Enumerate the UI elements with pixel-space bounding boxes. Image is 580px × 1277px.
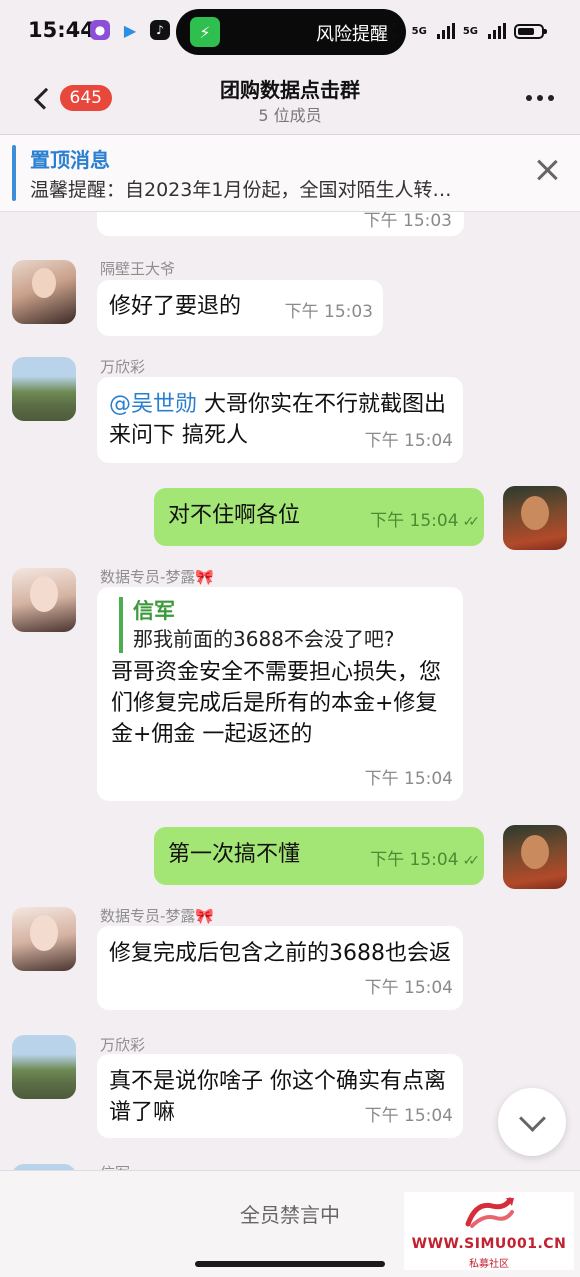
- message-bubble[interactable]: 信军 那我前面的3688不会没了吧? 哥哥资金安全不需要担心损失，您们修复完成后…: [97, 587, 463, 801]
- close-icon[interactable]: [534, 157, 560, 183]
- group-title[interactable]: 团购数据点击群: [0, 74, 580, 103]
- message-time: 下午 15:04: [364, 769, 453, 789]
- reply-sender: 信军: [133, 599, 175, 623]
- more-options-button[interactable]: [526, 86, 554, 110]
- message-bubble[interactable]: @吴世勋 大哥你实在不行就截图出来问下 搞死人 下午 15:04: [97, 377, 463, 463]
- avatar[interactable]: [12, 357, 76, 421]
- status-time: 15:44: [28, 18, 95, 42]
- message-text: 修好了要退的: [109, 294, 242, 319]
- watermark-logo-icon: [465, 1197, 514, 1228]
- avatar[interactable]: [12, 568, 76, 632]
- message-text: 第一次搞不懂: [168, 842, 301, 867]
- dynamic-island[interactable]: ⚡ 风险提醒: [176, 9, 406, 55]
- message-bubble[interactable]: 修复完成后包含之前的3688也会返 下午 15:04: [97, 926, 463, 1010]
- avatar[interactable]: [12, 1035, 76, 1099]
- message-time: 下午 15:04: [364, 1106, 453, 1126]
- status-bar: 15:44 ● ▶ ♪ ⚡ 风险提醒 ☾ 5G 5G: [0, 0, 580, 64]
- shield-icon: ⚡: [190, 17, 220, 47]
- sender-name: 信军: [100, 1162, 130, 1170]
- app-notification-icon: ●: [90, 20, 110, 40]
- message-text: 对不住啊各位: [168, 503, 301, 528]
- risk-alert-text: 风险提醒: [316, 24, 388, 45]
- message-time: 下午 15:04: [370, 850, 459, 870]
- home-indicator[interactable]: [195, 1261, 385, 1267]
- read-ticks-icon: ✓✓: [462, 853, 481, 869]
- watermark-url: WWW.SIMU001.CN: [411, 1236, 567, 1252]
- mention-link[interactable]: @吴世勋: [109, 392, 197, 417]
- pinned-text: 温馨提醒：自2023年1月份起，全国对陌生人转…: [30, 179, 452, 201]
- network-label-2: 5G: [462, 25, 478, 37]
- battery-icon: [514, 23, 547, 39]
- message-time: 下午 15:03: [284, 302, 373, 322]
- avatar[interactable]: [12, 907, 76, 971]
- my-avatar[interactable]: [503, 825, 567, 889]
- message-text: 哥哥资金安全不需要担心损失，您们修复完成后是所有的本金+修复金+佣金 一起返还的: [111, 660, 442, 747]
- reply-quote[interactable]: 信军 那我前面的3688不会没了吧?: [119, 597, 449, 653]
- tiktok-notification-icon: ♪: [150, 20, 170, 40]
- message-bubble[interactable]: 修好了要退的 下午 15:03: [97, 280, 383, 336]
- message-bubble[interactable]: 真不是说你啥子 你这个确实有点离谱了嘛 下午 15:04: [97, 1054, 463, 1138]
- my-message-bubble[interactable]: 对不住啊各位 下午 15:04 ✓✓: [154, 488, 484, 546]
- scroll-to-bottom-button[interactable]: [498, 1088, 566, 1156]
- signal-bars-icon: [488, 23, 506, 39]
- my-avatar[interactable]: [503, 486, 567, 550]
- sender-name: 万欣彩: [100, 1036, 146, 1054]
- message-bubble[interactable]: 下午 15:03: [97, 212, 464, 236]
- message-text: 修复完成后包含之前的3688也会返: [109, 941, 451, 966]
- watermark: WWW.SIMU001.CN 私募社区: [404, 1192, 574, 1270]
- member-count: 5 位成员: [258, 106, 322, 125]
- my-message-bubble[interactable]: 第一次搞不懂 下午 15:04 ✓✓: [154, 827, 484, 885]
- chevron-down-icon: [518, 1104, 546, 1132]
- do-not-disturb-icon: ☾: [386, 20, 404, 42]
- pinned-indicator-bar: [12, 145, 16, 201]
- sender-name: 万欣彩: [100, 358, 146, 376]
- message-time: 下午 15:04: [364, 431, 453, 451]
- sender-name: 隔壁王大爷: [100, 260, 176, 278]
- sender-name: 数据专员-梦露🎀: [100, 907, 215, 925]
- chat-message-list[interactable]: 下午 15:03 隔壁王大爷 修好了要退的 下午 15:03 万欣彩 @吴世勋 …: [0, 212, 580, 1170]
- sender-name: 数据专员-梦露🎀: [100, 568, 215, 586]
- message-time: 下午 15:04: [370, 511, 459, 531]
- status-indicators: ☾ 5G 5G: [386, 20, 547, 42]
- avatar[interactable]: [12, 260, 76, 324]
- play-notification-icon: ▶: [123, 20, 137, 40]
- network-label-1: 5G: [411, 25, 427, 37]
- watermark-label: 私募社区: [469, 1259, 509, 1270]
- message-time: 下午 15:03: [363, 212, 452, 231]
- signal-bars-icon: [436, 23, 455, 39]
- read-ticks-icon: ✓✓: [462, 514, 481, 530]
- reply-text: 那我前面的3688不会没了吧?: [133, 627, 395, 651]
- pinned-message[interactable]: 置顶消息 温馨提醒：自2023年1月份起，全国对陌生人转…: [0, 135, 580, 212]
- pinned-title: 置顶消息: [30, 148, 110, 172]
- message-time: 下午 15:04: [364, 978, 453, 998]
- chat-header: 645 团购数据点击群 5 位成员: [0, 64, 580, 135]
- status-notification-icons: ● ▶ ♪: [90, 20, 170, 40]
